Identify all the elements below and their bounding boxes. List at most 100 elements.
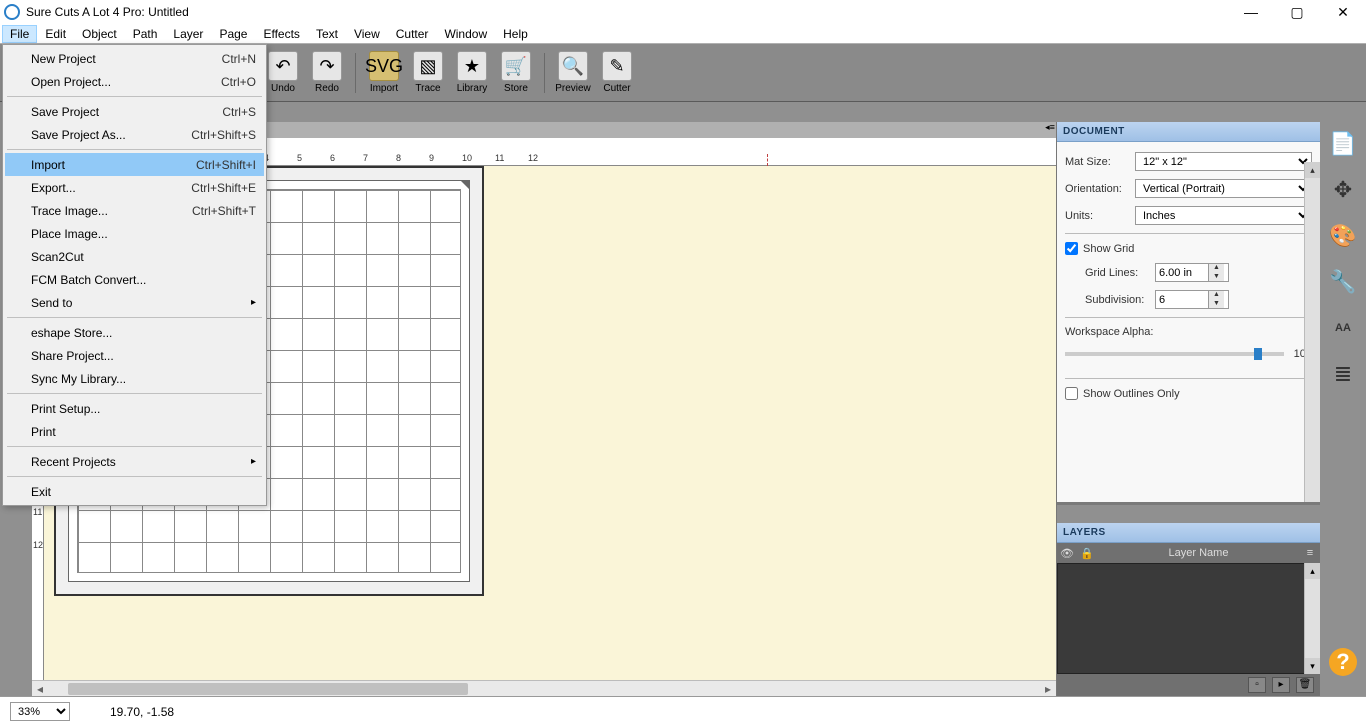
workspace-alpha-label: Workspace Alpha: (1065, 326, 1312, 338)
menu-object[interactable]: Object (74, 25, 125, 43)
scroll-up-icon[interactable]: ▴ (1305, 162, 1320, 178)
menu-item-sync-my-library[interactable]: Sync My Library... (5, 367, 264, 390)
spin-down-icon[interactable]: ▼ (1209, 300, 1224, 309)
menu-file[interactable]: File (2, 25, 37, 43)
scroll-down-icon[interactable]: ▾ (1305, 658, 1320, 674)
visibility-column-icon[interactable]: 👁 (1057, 547, 1077, 560)
preview-button[interactable]: 🔍Preview (554, 51, 592, 94)
menu-item-save-project-as[interactable]: Save Project As...Ctrl+Shift+S (5, 123, 264, 146)
scroll-thumb[interactable] (68, 683, 468, 695)
menu-item-scan2cut[interactable]: Scan2Cut (5, 245, 264, 268)
store-icon: 🛒 (501, 51, 531, 81)
ruler-tick: 8 (396, 153, 401, 163)
panel-collapse-icon[interactable]: ◂≡ (1044, 122, 1056, 138)
spin-down-icon[interactable]: ▼ (1209, 273, 1224, 282)
right-icon-strip: 📄 ✥ 🎨 🔧 AA ≣ ? (1320, 122, 1366, 696)
scroll-up-icon[interactable]: ▴ (1305, 563, 1320, 579)
menu-item-trace-image[interactable]: Trace Image...Ctrl+Shift+T (5, 199, 264, 222)
menu-item-import[interactable]: ImportCtrl+Shift+I (5, 153, 264, 176)
layers-panel-header[interactable]: LAYERS (1057, 523, 1320, 543)
document-panel-title: DOCUMENT (1063, 126, 1125, 137)
text-properties-icon[interactable]: AA (1325, 310, 1361, 346)
horizontal-scrollbar[interactable]: ◂ ▸ (32, 680, 1056, 696)
submenu-arrow-icon: ▸ (251, 456, 256, 467)
menu-cutter[interactable]: Cutter (388, 25, 437, 43)
mat-corner-icon (460, 180, 470, 190)
help-icon[interactable]: ? (1329, 648, 1357, 676)
panel-scrollbar[interactable]: ▴ (1304, 162, 1320, 502)
menu-item-export[interactable]: Export...Ctrl+Shift+E (5, 176, 264, 199)
show-outlines-checkbox[interactable] (1065, 387, 1078, 400)
spin-up-icon[interactable]: ▲ (1209, 291, 1224, 300)
grid-lines-spinner[interactable]: ▲▼ (1155, 263, 1229, 282)
document-properties-icon[interactable]: 📄 (1325, 126, 1361, 162)
layers-icon[interactable]: ≣ (1325, 356, 1361, 392)
units-select[interactable]: Inches (1135, 206, 1312, 225)
menu-item-place-image[interactable]: Place Image... (5, 222, 264, 245)
menu-view[interactable]: View (346, 25, 388, 43)
show-outlines-label: Show Outlines Only (1083, 388, 1180, 400)
undo-button[interactable]: ↶Undo (264, 51, 302, 94)
add-layer-button[interactable]: ▫ (1248, 677, 1266, 693)
redo-button[interactable]: ↷Redo (308, 51, 346, 94)
show-grid-label: Show Grid (1083, 243, 1134, 255)
menu-window[interactable]: Window (436, 25, 495, 43)
menu-item-fcm-batch-convert[interactable]: FCM Batch Convert... (5, 268, 264, 291)
menu-item-print-setup[interactable]: Print Setup... (5, 397, 264, 420)
menu-item-send-to[interactable]: Send to▸ (5, 291, 264, 314)
lock-column-icon[interactable]: 🔒 (1077, 547, 1097, 560)
menu-text[interactable]: Text (308, 25, 346, 43)
menu-item-eshape-store[interactable]: eshape Store... (5, 321, 264, 344)
menu-edit[interactable]: Edit (37, 25, 74, 43)
close-button[interactable]: ✕ (1320, 0, 1366, 24)
grid-lines-label: Grid Lines: (1085, 267, 1155, 279)
menu-layer[interactable]: Layer (165, 25, 211, 43)
trace-button[interactable]: ▧Trace (409, 51, 447, 94)
orientation-select[interactable]: Vertical (Portrait) (1135, 179, 1312, 198)
show-grid-checkbox[interactable] (1065, 242, 1078, 255)
zoom-select[interactable]: 33% (10, 702, 70, 721)
delete-layer-button[interactable]: 🗑 (1296, 677, 1314, 693)
cutter-button[interactable]: ✎Cutter (598, 51, 636, 94)
document-panel: Mat Size: 12" x 12" Orientation: Vertica… (1057, 142, 1320, 502)
titlebar: Sure Cuts A Lot 4 Pro: Untitled — ▢ ✕ (0, 0, 1366, 24)
menu-effects[interactable]: Effects (255, 25, 307, 43)
import-button[interactable]: SVGImport (365, 51, 403, 94)
layers-scrollbar[interactable]: ▴ ▾ (1304, 563, 1320, 674)
menu-path[interactable]: Path (125, 25, 166, 43)
new-folder-button[interactable]: ▸ (1272, 677, 1290, 693)
library-button[interactable]: ★Library (453, 51, 491, 94)
document-panel-header[interactable]: DOCUMENT (1057, 122, 1320, 142)
spin-up-icon[interactable]: ▲ (1209, 264, 1224, 273)
maximize-button[interactable]: ▢ (1274, 0, 1320, 24)
menu-help[interactable]: Help (495, 25, 536, 43)
subdivision-input[interactable] (1156, 291, 1208, 308)
layers-list[interactable] (1057, 563, 1320, 674)
menu-separator (7, 446, 262, 447)
style-properties-icon[interactable]: 🔧 (1325, 264, 1361, 300)
fill-stroke-icon[interactable]: 🎨 (1325, 218, 1361, 254)
scroll-right-icon[interactable]: ▸ (1040, 682, 1056, 696)
subdivision-spinner[interactable]: ▲▼ (1155, 290, 1229, 309)
menu-item-open-project[interactable]: Open Project...Ctrl+O (5, 70, 264, 93)
scroll-left-icon[interactable]: ◂ (32, 682, 48, 696)
menu-item-share-project[interactable]: Share Project... (5, 344, 264, 367)
workspace-alpha-slider[interactable] (1065, 352, 1284, 356)
layers-panel-title: LAYERS (1063, 527, 1106, 538)
mat-size-select[interactable]: 12" x 12" (1135, 152, 1312, 171)
grid-lines-input[interactable] (1156, 264, 1208, 281)
menu-item-new-project[interactable]: New ProjectCtrl+N (5, 47, 264, 70)
library-icon: ★ (457, 51, 487, 81)
ruler-tick: 7 (363, 153, 368, 163)
position-properties-icon[interactable]: ✥ (1325, 172, 1361, 208)
menubar: FileEditObjectPathLayerPageEffectsTextVi… (0, 24, 1366, 44)
menu-item-exit[interactable]: Exit (5, 480, 264, 503)
menu-item-recent-projects[interactable]: Recent Projects▸ (5, 450, 264, 473)
menu-item-print[interactable]: Print (5, 420, 264, 443)
layers-menu-icon[interactable]: ≡ (1300, 547, 1320, 559)
menu-page[interactable]: Page (211, 25, 255, 43)
store-button[interactable]: 🛒Store (497, 51, 535, 94)
minimize-button[interactable]: — (1228, 0, 1274, 24)
menu-item-save-project[interactable]: Save ProjectCtrl+S (5, 100, 264, 123)
ruler-tick: 6 (330, 153, 335, 163)
